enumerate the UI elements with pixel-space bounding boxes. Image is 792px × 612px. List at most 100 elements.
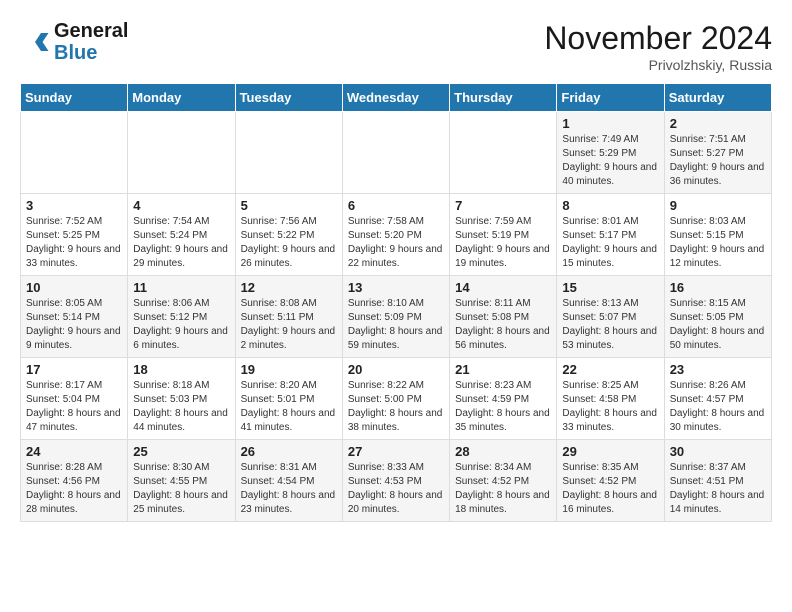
day-info: Sunrise: 8:34 AM Sunset: 4:52 PM Dayligh…	[455, 461, 551, 517]
calendar-cell	[450, 112, 557, 194]
day-info: Sunrise: 8:08 AM Sunset: 5:11 PM Dayligh…	[241, 297, 337, 353]
calendar-cell: 19Sunrise: 8:20 AM Sunset: 5:01 PM Dayli…	[235, 358, 342, 440]
calendar-cell: 6 Sunrise: 7:58 AM Sunset: 5:20 PM Daylig…	[342, 194, 449, 276]
weekday-header-thursday: Thursday	[450, 84, 557, 112]
day-number: 20	[348, 362, 444, 377]
day-info: Sunrise: 8:17 AM Sunset: 5:04 PM Dayligh…	[26, 379, 122, 435]
day-number: 22	[562, 362, 658, 377]
calendar-cell: 3 Sunrise: 7:52 AM Sunset: 5:25 PM Daylig…	[21, 194, 128, 276]
week-row-5: 24 Sunrise: 8:28 AM Sunset: 4:56 PM Dayli…	[21, 440, 772, 522]
day-number: 11	[133, 280, 229, 295]
day-number: 24	[26, 444, 122, 459]
calendar-cell: 10 Sunrise: 8:05 AM Sunset: 5:14 PM Dayli…	[21, 276, 128, 358]
day-number: 2	[670, 116, 766, 131]
calendar-cell: 13 Sunrise: 8:10 AM Sunset: 5:09 PM Dayli…	[342, 276, 449, 358]
day-info: Sunrise: 8:06 AM Sunset: 5:12 PM Dayligh…	[133, 297, 229, 353]
day-info: Sunrise: 7:52 AM Sunset: 5:25 PM Dayligh…	[26, 215, 122, 271]
day-info: Sunrise: 8:22 AM Sunset: 5:00 PM Dayligh…	[348, 379, 444, 435]
day-info: Sunrise: 7:59 AM Sunset: 5:19 PM Dayligh…	[455, 215, 551, 271]
calendar-cell: 7 Sunrise: 7:59 AM Sunset: 5:19 PM Daylig…	[450, 194, 557, 276]
day-info: Sunrise: 8:11 AM Sunset: 5:08 PM Dayligh…	[455, 297, 551, 353]
calendar-cell: 29 Sunrise: 8:35 AM Sunset: 4:52 PM Dayli…	[557, 440, 664, 522]
day-info: Sunrise: 8:15 AM Sunset: 5:05 PM Dayligh…	[670, 297, 766, 353]
day-number: 10	[26, 280, 122, 295]
calendar-cell: 16 Sunrise: 8:15 AM Sunset: 5:05 PM Dayli…	[664, 276, 771, 358]
calendar-cell: 17 Sunrise: 8:17 AM Sunset: 5:04 PM Dayli…	[21, 358, 128, 440]
calendar-cell	[342, 112, 449, 194]
day-info: Sunrise: 8:35 AM Sunset: 4:52 PM Dayligh…	[562, 461, 658, 517]
day-number: 18	[133, 362, 229, 377]
day-number: 17	[26, 362, 122, 377]
calendar-cell: 27 Sunrise: 8:33 AM Sunset: 4:53 PM Dayli…	[342, 440, 449, 522]
page-header: General Blue November 2024 Privolzhskiy,…	[20, 20, 772, 73]
day-number: 26	[241, 444, 337, 459]
calendar-cell: 2 Sunrise: 7:51 AM Sunset: 5:27 PM Daylig…	[664, 112, 771, 194]
day-info: Sunrise: 7:54 AM Sunset: 5:24 PM Dayligh…	[133, 215, 229, 271]
title-block: November 2024 Privolzhskiy, Russia	[544, 20, 772, 73]
weekday-header-friday: Friday	[557, 84, 664, 112]
day-number: 15	[562, 280, 658, 295]
calendar-cell: 9Sunrise: 8:03 AM Sunset: 5:15 PM Daylig…	[664, 194, 771, 276]
day-number: 29	[562, 444, 658, 459]
day-number: 1	[562, 116, 658, 131]
day-info: Sunrise: 8:20 AM Sunset: 5:01 PM Dayligh…	[241, 379, 337, 435]
day-info: Sunrise: 8:28 AM Sunset: 4:56 PM Dayligh…	[26, 461, 122, 517]
day-number: 12	[241, 280, 337, 295]
day-number: 4	[133, 198, 229, 213]
day-info: Sunrise: 8:33 AM Sunset: 4:53 PM Dayligh…	[348, 461, 444, 517]
day-info: Sunrise: 8:01 AM Sunset: 5:17 PM Dayligh…	[562, 215, 658, 271]
logo: General Blue	[20, 20, 128, 64]
day-number: 13	[348, 280, 444, 295]
location: Privolzhskiy, Russia	[544, 57, 772, 73]
day-info: Sunrise: 8:23 AM Sunset: 4:59 PM Dayligh…	[455, 379, 551, 435]
day-number: 7	[455, 198, 551, 213]
day-info: Sunrise: 8:31 AM Sunset: 4:54 PM Dayligh…	[241, 461, 337, 517]
day-number: 3	[26, 198, 122, 213]
calendar-cell: 26 Sunrise: 8:31 AM Sunset: 4:54 PM Dayli…	[235, 440, 342, 522]
day-number: 28	[455, 444, 551, 459]
week-row-1: 1 Sunrise: 7:49 AM Sunset: 5:29 PM Daylig…	[21, 112, 772, 194]
day-number: 23	[670, 362, 766, 377]
calendar-table: SundayMondayTuesdayWednesdayThursdayFrid…	[20, 83, 772, 522]
day-number: 16	[670, 280, 766, 295]
calendar-cell: 22 Sunrise: 8:25 AM Sunset: 4:58 PM Dayli…	[557, 358, 664, 440]
day-info: Sunrise: 7:49 AM Sunset: 5:29 PM Dayligh…	[562, 133, 658, 189]
logo-text: General Blue	[54, 20, 128, 64]
day-info: Sunrise: 8:30 AM Sunset: 4:55 PM Dayligh…	[133, 461, 229, 517]
week-row-4: 17 Sunrise: 8:17 AM Sunset: 5:04 PM Dayli…	[21, 358, 772, 440]
day-info: Sunrise: 8:18 AM Sunset: 5:03 PM Dayligh…	[133, 379, 229, 435]
calendar-cell: 25 Sunrise: 8:30 AM Sunset: 4:55 PM Dayli…	[128, 440, 235, 522]
month-title: November 2024	[544, 20, 772, 57]
day-info: Sunrise: 7:51 AM Sunset: 5:27 PM Dayligh…	[670, 133, 766, 189]
calendar-cell: 15Sunrise: 8:13 AM Sunset: 5:07 PM Dayli…	[557, 276, 664, 358]
day-number: 21	[455, 362, 551, 377]
calendar-cell: 24 Sunrise: 8:28 AM Sunset: 4:56 PM Dayli…	[21, 440, 128, 522]
day-number: 6	[348, 198, 444, 213]
day-info: Sunrise: 7:56 AM Sunset: 5:22 PM Dayligh…	[241, 215, 337, 271]
day-number: 8	[562, 198, 658, 213]
calendar-cell	[235, 112, 342, 194]
day-number: 25	[133, 444, 229, 459]
calendar-cell: 23Sunrise: 8:26 AM Sunset: 4:57 PM Dayli…	[664, 358, 771, 440]
day-number: 14	[455, 280, 551, 295]
weekday-header-wednesday: Wednesday	[342, 84, 449, 112]
weekday-header-row: SundayMondayTuesdayWednesdayThursdayFrid…	[21, 84, 772, 112]
calendar-cell: 12 Sunrise: 8:08 AM Sunset: 5:11 PM Dayli…	[235, 276, 342, 358]
week-row-3: 10 Sunrise: 8:05 AM Sunset: 5:14 PM Dayli…	[21, 276, 772, 358]
day-info: Sunrise: 7:58 AM Sunset: 5:20 PM Dayligh…	[348, 215, 444, 271]
calendar-cell: 14 Sunrise: 8:11 AM Sunset: 5:08 PM Dayli…	[450, 276, 557, 358]
day-info: Sunrise: 8:05 AM Sunset: 5:14 PM Dayligh…	[26, 297, 122, 353]
calendar-cell: 28 Sunrise: 8:34 AM Sunset: 4:52 PM Dayli…	[450, 440, 557, 522]
day-number: 27	[348, 444, 444, 459]
day-info: Sunrise: 8:10 AM Sunset: 5:09 PM Dayligh…	[348, 297, 444, 353]
day-info: Sunrise: 8:37 AM Sunset: 4:51 PM Dayligh…	[670, 461, 766, 517]
day-info: Sunrise: 8:25 AM Sunset: 4:58 PM Dayligh…	[562, 379, 658, 435]
week-row-2: 3 Sunrise: 7:52 AM Sunset: 5:25 PM Daylig…	[21, 194, 772, 276]
calendar-cell: 18 Sunrise: 8:18 AM Sunset: 5:03 PM Dayli…	[128, 358, 235, 440]
weekday-header-tuesday: Tuesday	[235, 84, 342, 112]
day-info: Sunrise: 8:03 AM Sunset: 5:15 PM Dayligh…	[670, 215, 766, 271]
weekday-header-sunday: Sunday	[21, 84, 128, 112]
calendar-cell: 21 Sunrise: 8:23 AM Sunset: 4:59 PM Dayli…	[450, 358, 557, 440]
calendar-cell: 1 Sunrise: 7:49 AM Sunset: 5:29 PM Daylig…	[557, 112, 664, 194]
weekday-header-monday: Monday	[128, 84, 235, 112]
